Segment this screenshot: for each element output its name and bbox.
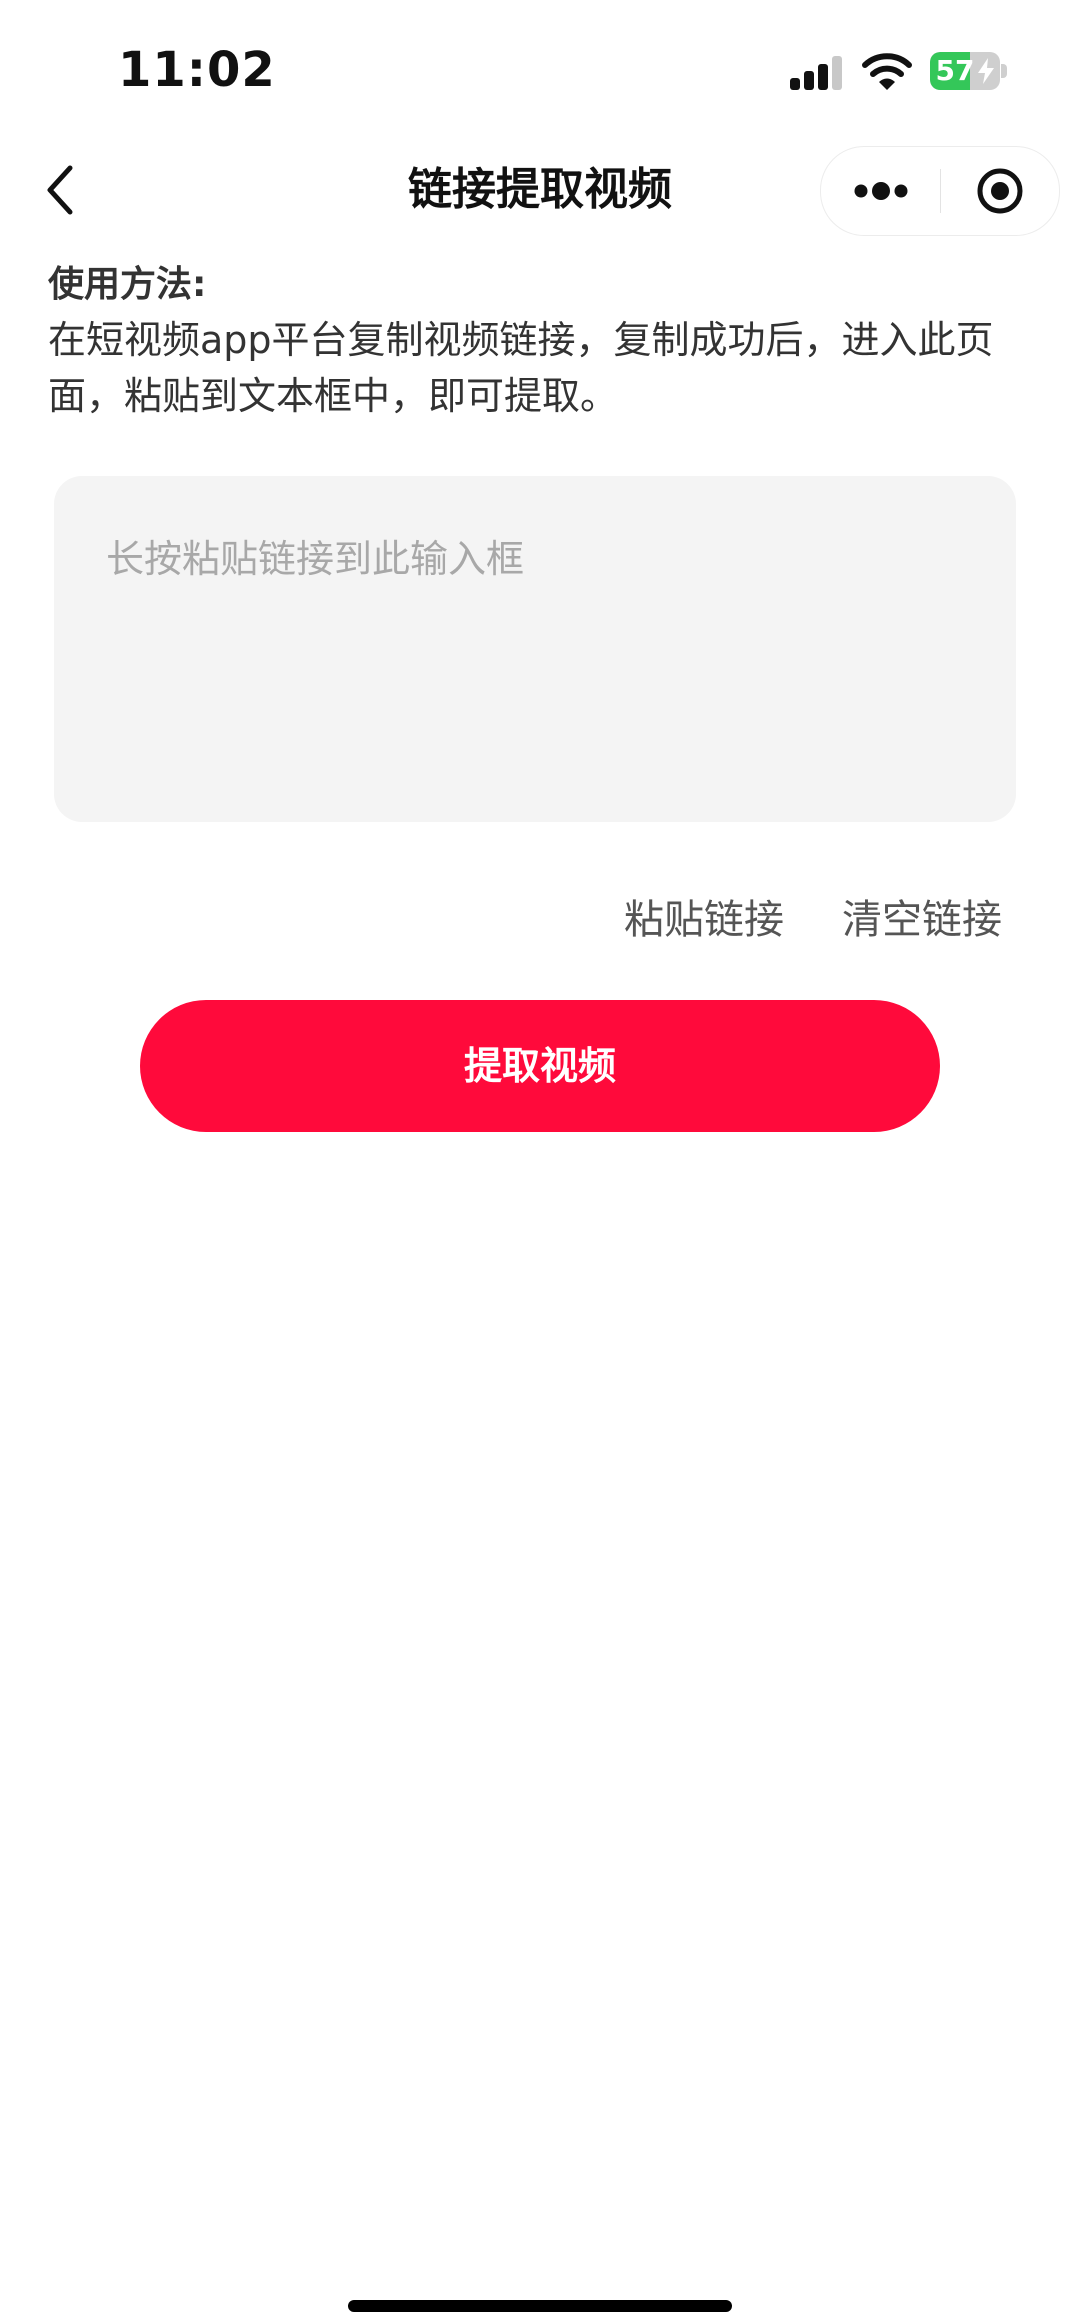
- link-actions: 粘贴链接 清空链接: [624, 890, 1002, 950]
- battery-icon: 57: [930, 52, 1008, 90]
- battery-level: 57: [935, 54, 975, 87]
- status-time: 11:02: [118, 42, 276, 98]
- usage-title: 使用方法:: [48, 264, 207, 305]
- usage-description: 在短视频app平台复制视频链接，复制成功后，进入此页面，粘贴到文本框中，即可提取…: [48, 318, 994, 418]
- status-bar: 11:02 57: [0, 0, 1080, 140]
- more-dots-icon: [854, 182, 908, 200]
- clear-link-button[interactable]: 清空链接: [842, 890, 1002, 950]
- more-button[interactable]: [821, 147, 940, 235]
- charging-bolt-icon: [978, 58, 994, 84]
- extract-video-button[interactable]: 提取视频: [140, 1000, 940, 1132]
- battery-nub: [1001, 64, 1007, 78]
- wifi-icon: [862, 53, 912, 90]
- paste-link-button[interactable]: 粘贴链接: [624, 890, 784, 950]
- target-close-icon: [977, 168, 1023, 214]
- mini-program-capsule: [820, 146, 1060, 236]
- close-button[interactable]: [941, 147, 1059, 235]
- chevron-left-icon[interactable]: [38, 162, 86, 218]
- link-input[interactable]: [54, 476, 1016, 822]
- battery-body: 57: [930, 52, 1000, 90]
- home-indicator: [348, 2300, 732, 2312]
- nav-bar: 链接提取视频: [0, 140, 1080, 240]
- signal-icon: [790, 56, 842, 90]
